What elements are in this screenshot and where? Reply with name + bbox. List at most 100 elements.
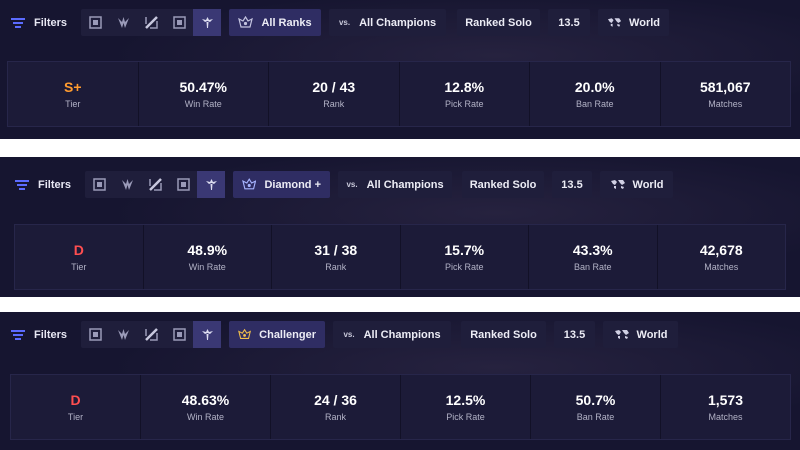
opponent-filter-dropdown[interactable]: vs. All Champions (329, 9, 447, 36)
region-filter-label: World (629, 16, 661, 29)
tier-value: S+ (63, 79, 82, 95)
patch-filter-dropdown[interactable]: 13.5 (552, 171, 593, 198)
matches-label: Matches (708, 99, 743, 109)
queue-filter-dropdown[interactable]: Ranked Solo (462, 171, 545, 198)
stat-rank: 24 / 36 Rank (271, 375, 401, 439)
champion-stats-row: D Tier 48.63% Win Rate 24 / 36 Rank 12.5… (10, 374, 791, 440)
jungle-role-icon (117, 329, 129, 340)
filters-toggle[interactable]: Filters (15, 179, 71, 191)
stat-win-rate: 48.9% Win Rate (144, 225, 272, 289)
role-support-button[interactable] (193, 9, 222, 36)
patch-filter-dropdown[interactable]: 13.5 (548, 9, 591, 36)
stat-tier: D Tier (15, 225, 144, 289)
rank-value: 20 / 43 (312, 79, 356, 95)
matches-value: 581,067 (699, 79, 751, 95)
opponent-filter-label: All Champions (363, 328, 441, 341)
rank-label: Rank (324, 412, 346, 422)
filter-lines-icon (11, 17, 25, 28)
region-filter-dropdown[interactable]: World (603, 321, 679, 348)
rank-filter-dropdown[interactable]: Diamond + (233, 171, 331, 198)
filters-toggle[interactable]: Filters (11, 17, 67, 29)
queue-filter-label: Ranked Solo (470, 328, 537, 341)
role-mid-button[interactable] (137, 9, 165, 36)
tier-label: Tier (71, 262, 87, 272)
region-filter-dropdown[interactable]: World (600, 171, 674, 198)
support-role-icon (205, 179, 217, 190)
bottom-role-icon (176, 178, 190, 191)
opponent-filter-dropdown[interactable]: vs. All Champions (338, 171, 453, 198)
vs-label: vs. (338, 18, 351, 27)
patch-filter-dropdown[interactable]: 13.5 (554, 321, 596, 348)
win-rate-label: Win Rate (188, 262, 226, 272)
pick-rate-label: Pick Rate (446, 412, 485, 422)
vs-label: vs. (343, 330, 355, 339)
role-top-button[interactable] (85, 171, 113, 198)
mid-role-icon (144, 328, 158, 341)
tier-label: Tier (65, 99, 81, 109)
patch-filter-label: 13.5 (563, 328, 586, 341)
rank-filter-label: Challenger (259, 328, 317, 341)
support-role-icon (201, 329, 213, 340)
stat-win-rate: 50.47% Win Rate (139, 62, 269, 126)
matches-value: 1,573 (707, 392, 744, 408)
win-rate-value: 48.9% (187, 242, 228, 258)
jungle-role-icon (117, 17, 129, 28)
queue-filter-dropdown[interactable]: Ranked Solo (457, 9, 541, 36)
ban-rate-label: Ban Rate (573, 262, 612, 272)
region-filter-label: World (632, 178, 664, 191)
pick-rate-value: 12.5% (445, 392, 486, 408)
region-filter-label: World (636, 328, 668, 341)
filter-lines-icon (15, 179, 29, 190)
stat-win-rate: 48.63% Win Rate (141, 375, 271, 439)
stat-pick-rate: 12.8% Pick Rate (400, 62, 530, 126)
role-support-button[interactable] (193, 321, 222, 348)
pick-rate-label: Pick Rate (444, 262, 484, 272)
patch-filter-label: 13.5 (561, 178, 583, 191)
pick-rate-label: Pick Rate (444, 99, 484, 109)
rank-filter-label: Diamond + (264, 178, 322, 191)
filter-bar: Filters All Ranks vs. All Champions Rank… (11, 9, 670, 36)
filter-lines-icon (11, 329, 25, 340)
ban-rate-value: 20.0% (574, 79, 615, 95)
pick-rate-value: 12.8% (444, 79, 485, 95)
filters-label: Filters (34, 328, 68, 341)
stat-pick-rate: 15.7% Pick Rate (401, 225, 529, 289)
role-support-button[interactable] (197, 171, 226, 198)
filter-panel-all-ranks: Filters All Ranks vs. All Champions Rank… (0, 0, 800, 139)
rank-emblem-icon (242, 178, 257, 190)
stat-rank: 20 / 43 Rank (269, 62, 400, 126)
role-mid-button[interactable] (137, 321, 165, 348)
rank-value: 24 / 36 (314, 392, 357, 408)
role-jungle-button[interactable] (109, 9, 137, 36)
role-bottom-button[interactable] (169, 171, 197, 198)
bottom-role-icon (172, 16, 186, 29)
filters-label: Filters (34, 16, 68, 29)
stat-matches: 581,067 Matches (661, 62, 791, 126)
rank-filter-label: All Ranks (261, 16, 312, 29)
filters-toggle[interactable]: Filters (11, 329, 67, 341)
rank-filter-dropdown[interactable]: All Ranks (229, 9, 322, 36)
role-top-button[interactable] (81, 321, 109, 348)
opponent-filter-label: All Champions (359, 16, 437, 29)
region-filter-dropdown[interactable]: World (598, 9, 670, 36)
stat-matches: 1,573 Matches (661, 375, 790, 439)
opponent-filter-dropdown[interactable]: vs. All Champions (333, 321, 452, 348)
filter-bar: Filters Diamond + vs. All Champions Rank… (15, 171, 674, 198)
role-bottom-button[interactable] (165, 9, 193, 36)
opponent-filter-label: All Champions (366, 178, 444, 191)
stat-tier: D Tier (11, 375, 141, 439)
role-jungle-button[interactable] (109, 321, 137, 348)
stat-ban-rate: 20.0% Ban Rate (530, 62, 661, 126)
stat-rank: 31 / 38 Rank (272, 225, 401, 289)
world-map-icon (610, 180, 625, 189)
bottom-role-icon (172, 328, 186, 341)
rank-filter-dropdown[interactable]: Challenger (229, 321, 326, 348)
queue-filter-dropdown[interactable]: Ranked Solo (461, 321, 547, 348)
patch-filter-label: 13.5 (558, 16, 580, 29)
role-mid-button[interactable] (141, 171, 169, 198)
role-jungle-button[interactable] (113, 171, 141, 198)
role-top-button[interactable] (81, 9, 109, 36)
role-bottom-button[interactable] (165, 321, 193, 348)
rank-emblem-icon (238, 16, 254, 28)
role-selector (81, 9, 222, 36)
